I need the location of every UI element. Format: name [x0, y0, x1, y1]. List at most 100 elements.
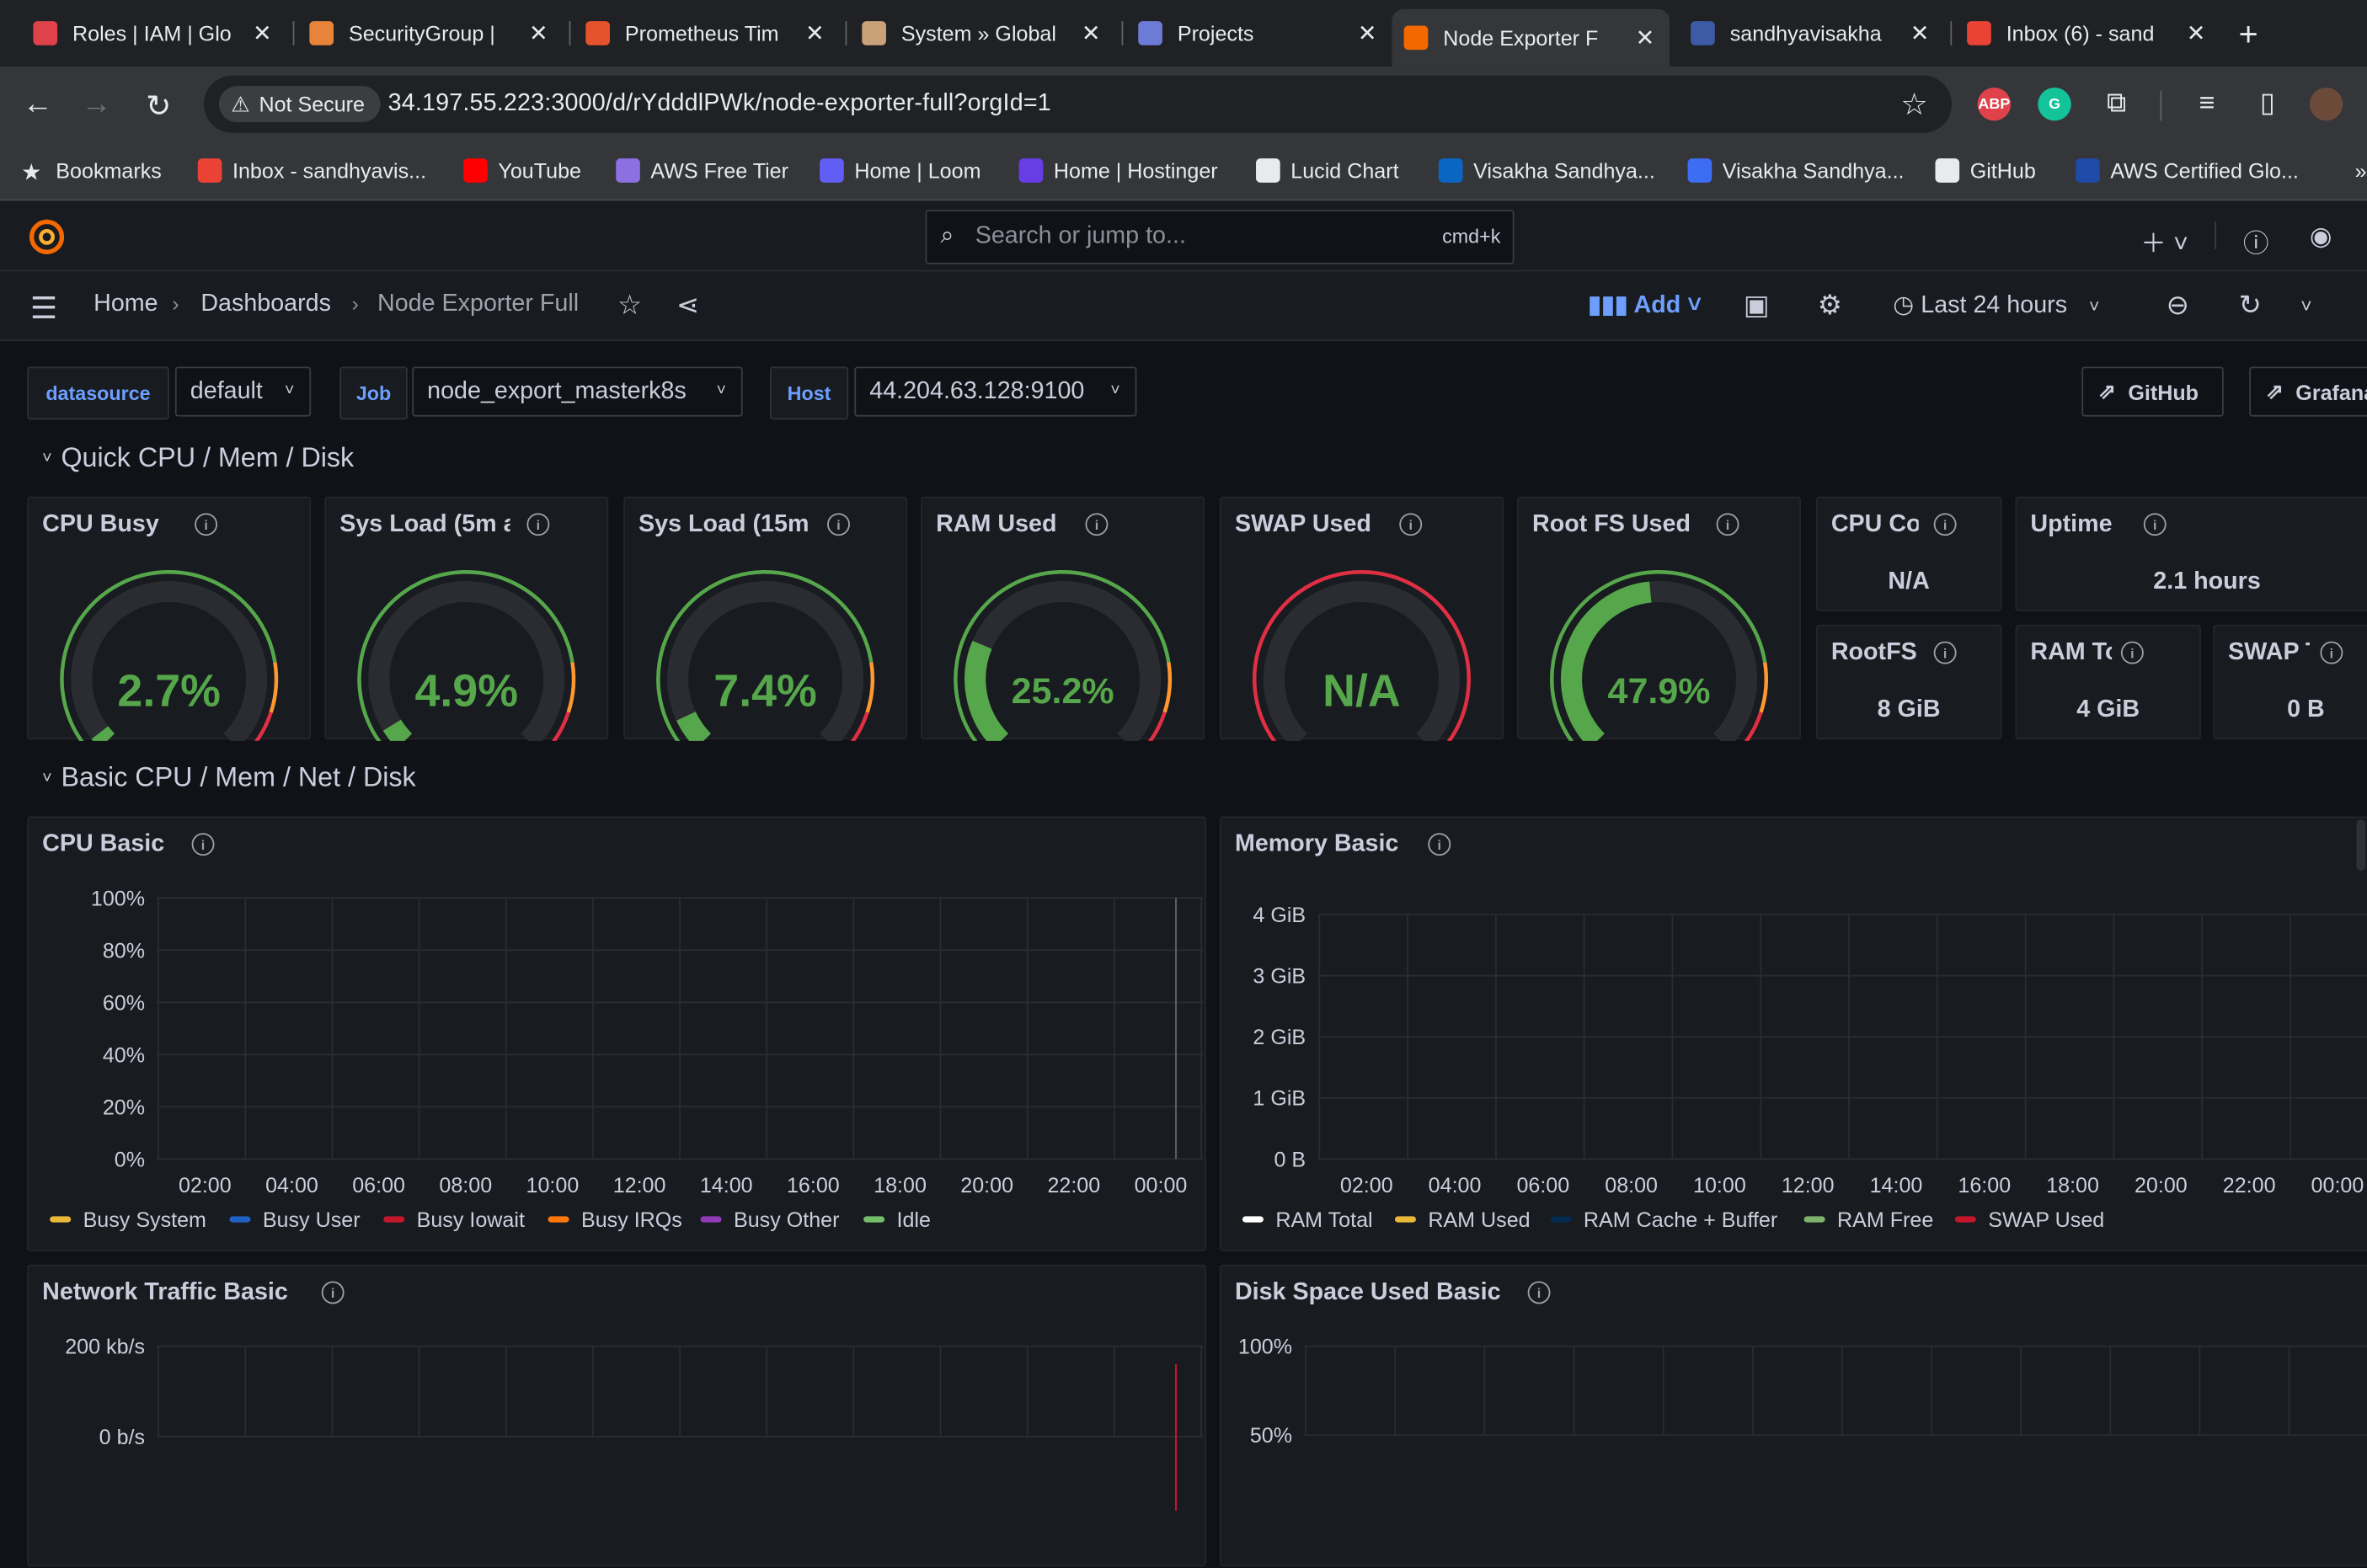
- forward-icon[interactable]: →: [78, 88, 115, 122]
- gauge-panel[interactable]: Sys Load (15m avg)i7.4%: [623, 496, 908, 741]
- bookmark-item[interactable]: Home | Hostinger: [1018, 158, 1218, 183]
- search-box[interactable]: ⌕ Search or jump to... cmd+k: [925, 210, 1515, 264]
- panel-cpu-basic[interactable]: CPU Basic i 100% 80% 60% 40% 20% 0% 02:00 04:00…: [27, 816, 1206, 1251]
- tab-close-icon[interactable]: ✕: [2187, 19, 2206, 46]
- grafana-link-button[interactable]: ⇗ Grafana: [2249, 366, 2367, 417]
- breadcrumb-dashboards[interactable]: Dashboards: [200, 291, 331, 318]
- legend-item[interactable]: Idle: [863, 1208, 931, 1231]
- variable-select-host[interactable]: 44.204.63.128:9100 ˅: [854, 366, 1137, 417]
- bookmark-item[interactable]: GitHub: [1935, 158, 2036, 183]
- info-icon[interactable]: i: [2320, 641, 2343, 664]
- bookmark-item[interactable]: Visakha Sandhya...: [1438, 158, 1655, 183]
- not-secure-chip[interactable]: ⚠ Not Secure: [218, 86, 380, 123]
- stat-panel[interactable]: SWAP Total i 0 B: [2213, 624, 2367, 740]
- bookmark-item[interactable]: AWS Free Tier: [616, 158, 788, 183]
- gauge-panel[interactable]: Root FS Used i 47.9%: [1517, 496, 1801, 741]
- browser-tab[interactable]: Roles | IAM | Glo ✕: [33, 9, 275, 57]
- bookmarks-folder[interactable]: ★ Bookmarks: [21, 158, 162, 185]
- page-scrollbar[interactable]: [2356, 819, 2366, 872]
- adblock-extension-icon[interactable]: ABP: [1977, 87, 2012, 121]
- legend-item[interactable]: RAM Cache + Buffer: [1550, 1208, 1777, 1231]
- stat-panel[interactable]: RootFS Total i 8 GiB: [1815, 624, 2002, 740]
- legend-item[interactable]: Busy System: [50, 1208, 206, 1231]
- bookmarks-overflow-icon[interactable]: »: [2355, 158, 2367, 183]
- info-icon[interactable]: i: [2143, 513, 2167, 536]
- bookmark-item[interactable]: Visakha Sandhya...: [1687, 158, 1905, 183]
- stat-panel[interactable]: RAM Total i 4 GiB: [2015, 624, 2201, 740]
- new-plus-icon[interactable]: ＋ ˅: [2140, 221, 2188, 259]
- favorite-star-icon[interactable]: ☆: [617, 290, 642, 322]
- zoom-out-icon[interactable]: ⊖: [2167, 290, 2189, 322]
- media-control-icon[interactable]: ≡: [2189, 88, 2225, 120]
- legend-item[interactable]: RAM Free: [1803, 1208, 1933, 1231]
- gauge-panel[interactable]: SWAP Used i N/A: [1220, 496, 1504, 741]
- variable-select-job[interactable]: node_export_masterk8s ˅: [412, 366, 743, 417]
- legend-item[interactable]: SWAP Used: [1954, 1208, 2104, 1231]
- grammarly-extension-icon[interactable]: G: [2038, 87, 2071, 121]
- panel-network-traffic-basic[interactable]: Network Traffic Basic i 200 kb/s 0 b/s: [27, 1264, 1206, 1567]
- add-button[interactable]: ▮▮▮ Add ˅: [1588, 290, 1702, 320]
- browser-tab[interactable]: sandhyavisakha ✕: [1691, 9, 1932, 57]
- time-range-picker[interactable]: ◷ Last 24 hours ˅: [1893, 290, 2099, 320]
- stat-panel[interactable]: Uptime i 2.1 hours: [2015, 496, 2367, 611]
- bookmark-item[interactable]: Lucid Chart: [1256, 158, 1399, 183]
- bookmark-star-icon[interactable]: ☆: [1900, 86, 1927, 124]
- legend-item[interactable]: RAM Total: [1242, 1208, 1373, 1231]
- legend-item[interactable]: Busy IRQs: [548, 1208, 682, 1231]
- bookmark-item[interactable]: Home | Loom: [820, 158, 980, 183]
- stat-panel[interactable]: CPU Cores i N/A: [1815, 496, 2002, 611]
- legend-item[interactable]: Busy Other: [700, 1208, 839, 1231]
- tab-close-icon[interactable]: ✕: [1358, 19, 1377, 46]
- url-text[interactable]: 34.197.55.223:3000/d/rYdddlPWk/node-expo…: [388, 91, 1051, 118]
- bookmark-item[interactable]: AWS Certified Glo...: [2076, 158, 2299, 183]
- row-header-basic[interactable]: ˅ Basic CPU / Mem / Net / Disk: [42, 762, 416, 794]
- tab-close-icon[interactable]: ✕: [805, 19, 825, 46]
- browser-tab[interactable]: Inbox (6) - sand ✕: [1967, 9, 2209, 57]
- browser-tab[interactable]: Node Exporter F ✕: [1392, 8, 1670, 67]
- tab-close-icon[interactable]: ✕: [1636, 24, 1655, 51]
- refresh-icon[interactable]: ↻: [2239, 290, 2262, 322]
- extensions-puzzle-icon[interactable]: ⧉: [2098, 88, 2135, 120]
- gauge-panel[interactable]: Sys Load (5m avg)i4.9%: [324, 496, 609, 741]
- tab-close-icon[interactable]: ✕: [1082, 19, 1101, 46]
- legend-item[interactable]: Busy User: [229, 1208, 361, 1231]
- browser-tab[interactable]: System » Global ✕: [862, 9, 1103, 57]
- gauge-panel[interactable]: RAM Used i 25.2%: [921, 496, 1205, 741]
- gauge-panel[interactable]: CPU Busy i 2.7%: [27, 496, 312, 741]
- info-icon[interactable]: i: [2120, 641, 2144, 664]
- panel-disk-space-basic[interactable]: Disk Space Used Basic i 100% 50%: [1220, 1264, 2367, 1567]
- refresh-interval-chevron-icon[interactable]: ˅: [2300, 294, 2312, 317]
- profile-avatar[interactable]: [2309, 87, 2343, 121]
- help-icon[interactable]: ⓘ: [2243, 221, 2268, 259]
- bookmark-item[interactable]: Inbox - sandhyavis...: [197, 158, 426, 183]
- side-panel-icon[interactable]: ▯: [2249, 88, 2285, 120]
- info-icon[interactable]: i: [1933, 513, 1957, 536]
- news-rss-icon[interactable]: ◉: [2310, 221, 2332, 252]
- legend-item[interactable]: RAM Used: [1394, 1208, 1531, 1231]
- x-tick-label: 02:00: [179, 1174, 232, 1197]
- tab-close-icon[interactable]: ✕: [529, 19, 548, 46]
- browser-tab[interactable]: SecurityGroup | ✕: [309, 9, 551, 57]
- panel-memory-basic[interactable]: Memory Basic i 4 GiB 3 GiB 2 GiB 1 GiB 0 B 02…: [1220, 816, 2367, 1251]
- bookmark-item[interactable]: YouTube: [463, 158, 581, 183]
- variable-select-datasource[interactable]: default ˅: [174, 366, 312, 417]
- info-icon[interactable]: i: [1933, 641, 1957, 664]
- legend-item[interactable]: Busy Iowait: [383, 1208, 525, 1231]
- browser-tab[interactable]: Prometheus Tim ✕: [585, 9, 827, 57]
- github-link-button[interactable]: ⇗ GitHub: [2081, 366, 2224, 417]
- menu-hamburger-icon[interactable]: ☰: [30, 290, 57, 328]
- share-icon[interactable]: ⋖: [676, 290, 699, 322]
- back-icon[interactable]: ←: [19, 88, 56, 122]
- browser-tab[interactable]: Projects ✕: [1138, 9, 1380, 57]
- settings-gear-icon[interactable]: ⚙: [1818, 290, 1842, 322]
- reload-icon[interactable]: ↻: [141, 88, 177, 125]
- tab-close-icon[interactable]: ✕: [253, 19, 272, 46]
- address-bar[interactable]: ⚠ Not Secure 34.197.55.223:3000/d/rYdddl…: [203, 75, 1953, 133]
- tab-close-icon[interactable]: ✕: [1910, 19, 1930, 46]
- breadcrumb-separator-icon: ›: [351, 291, 359, 316]
- grafana-logo-icon[interactable]: [27, 217, 67, 257]
- new-tab-button[interactable]: +: [2239, 15, 2258, 55]
- breadcrumb-home[interactable]: Home: [94, 291, 158, 318]
- row-header-quick[interactable]: ˅ Quick CPU / Mem / Disk: [42, 442, 354, 474]
- save-icon[interactable]: ▣: [1744, 290, 1769, 322]
